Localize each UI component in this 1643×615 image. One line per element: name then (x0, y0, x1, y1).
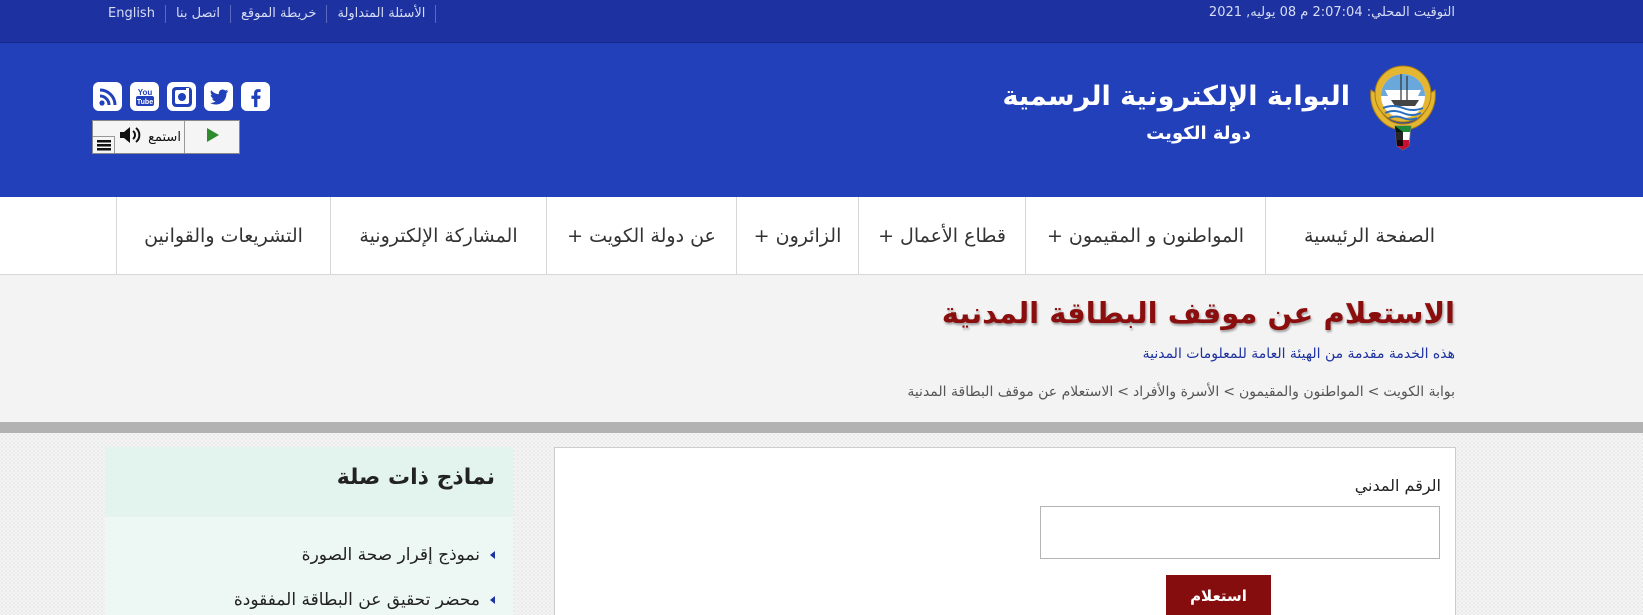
related-forms-list: نموذج إقرار صحة الصورة محضر تحقيق عن الب… (234, 532, 495, 615)
nav-item-e-participation[interactable]: المشاركة الإلكترونية (330, 197, 546, 275)
play-icon (206, 127, 220, 147)
play-button[interactable] (186, 121, 239, 153)
listen-button[interactable]: استمع (115, 121, 185, 153)
related-form-item[interactable]: محضر تحقيق عن البطاقة المفقودة (234, 577, 495, 615)
site-title: البوابة الإلكترونية الرسمية (1002, 81, 1350, 112)
related-forms-title: نماذج ذات صلة (336, 465, 495, 490)
breadcrumb-current: الاستعلام عن موقف البطاقة المدنية (907, 384, 1114, 400)
breadcrumb-item[interactable]: الأسرة والأفراد (1133, 384, 1219, 400)
kuwait-emblem-logo[interactable] (1363, 60, 1443, 152)
youtube-icon[interactable]: You Tube (130, 82, 159, 111)
page-title: الاستعلام عن موقف البطاقة المدنية (941, 296, 1455, 330)
inquiry-form: الرقم المدني استعلام (554, 447, 1456, 615)
site-subtitle: دولة الكويت (1146, 123, 1251, 144)
nav-item-business[interactable]: قطاع الأعمال + (858, 197, 1025, 275)
contact-link[interactable]: اتصل بنا (164, 5, 230, 23)
instagram-icon[interactable] (167, 82, 196, 111)
social-links: You Tube (93, 82, 270, 111)
caret-left-icon (490, 550, 495, 559)
english-link[interactable]: English (98, 5, 165, 23)
civil-id-label: الرقم المدني (1354, 476, 1441, 495)
local-time: التوقيت المحلي: 2:07:04 م 08 يوليه, 2021 (1208, 5, 1455, 20)
speaker-icon (118, 126, 142, 148)
related-forms-panel: نماذج ذات صلة نموذج إقرار صحة الصورة محض… (105, 447, 513, 615)
breadcrumb-separator: > (1367, 384, 1380, 400)
facebook-icon[interactable] (241, 82, 270, 111)
svg-text:You: You (137, 88, 152, 97)
related-forms-header: نماذج ذات صلة (105, 447, 513, 517)
svg-text:Tube: Tube (136, 99, 152, 106)
site-header: You Tube استمع البوابة الإلكترونية الرسم… (0, 43, 1643, 197)
top-bar: الأسئلة المتداولة خريطة الموقع اتصل بنا … (0, 0, 1643, 43)
breadcrumb-separator: > (1223, 384, 1235, 400)
faq-link[interactable]: الأسئلة المتداولة (326, 5, 435, 23)
menu-icon (96, 136, 111, 155)
breadcrumb-separator: > (1117, 384, 1129, 400)
related-form-label: محضر تحقيق عن البطاقة المفقودة (233, 589, 480, 610)
service-provider: هذه الخدمة مقدمة من الهيئة العامة للمعلو… (1142, 346, 1455, 362)
breadcrumb-item[interactable]: المواطنون والمقيمون (1239, 384, 1364, 400)
civil-id-input[interactable] (1040, 506, 1440, 559)
page-header: الاستعلام عن موقف البطاقة المدنية هذه ال… (0, 276, 1643, 422)
related-form-item[interactable]: نموذج إقرار صحة الصورة (234, 532, 495, 577)
nav-item-visitors[interactable]: الزائرون + (736, 197, 858, 275)
twitter-icon[interactable] (204, 82, 233, 111)
nav-item-home[interactable]: الصفحة الرئيسية (1265, 197, 1473, 275)
divider-band (0, 422, 1643, 433)
divider (435, 5, 437, 23)
related-form-label: نموذج إقرار صحة الصورة (301, 544, 480, 565)
listen-label: استمع (148, 129, 181, 145)
listen-menu-button[interactable] (93, 136, 115, 153)
nav-item-about-kuwait[interactable]: عن دولة الكويت + (546, 197, 736, 275)
top-links: الأسئلة المتداولة خريطة الموقع اتصل بنا … (98, 5, 437, 23)
main-nav: الصفحة الرئيسية المواطنون و المقيمون + ق… (0, 197, 1643, 275)
listen-widget: استمع (92, 120, 240, 154)
breadcrumb-item[interactable]: بوابة الكويت (1383, 384, 1455, 400)
caret-left-icon (490, 595, 495, 604)
sitemap-link[interactable]: خريطة الموقع (229, 5, 327, 23)
inquire-button[interactable]: استعلام (1166, 575, 1271, 615)
nav-item-citizens-residents[interactable]: المواطنون و المقيمون + (1025, 197, 1265, 275)
nav-item-legislation[interactable]: التشريعات والقوانين (117, 197, 330, 275)
rss-icon[interactable] (93, 82, 122, 111)
breadcrumb: بوابة الكويت>المواطنون والمقيمون>الأسرة … (907, 384, 1455, 400)
